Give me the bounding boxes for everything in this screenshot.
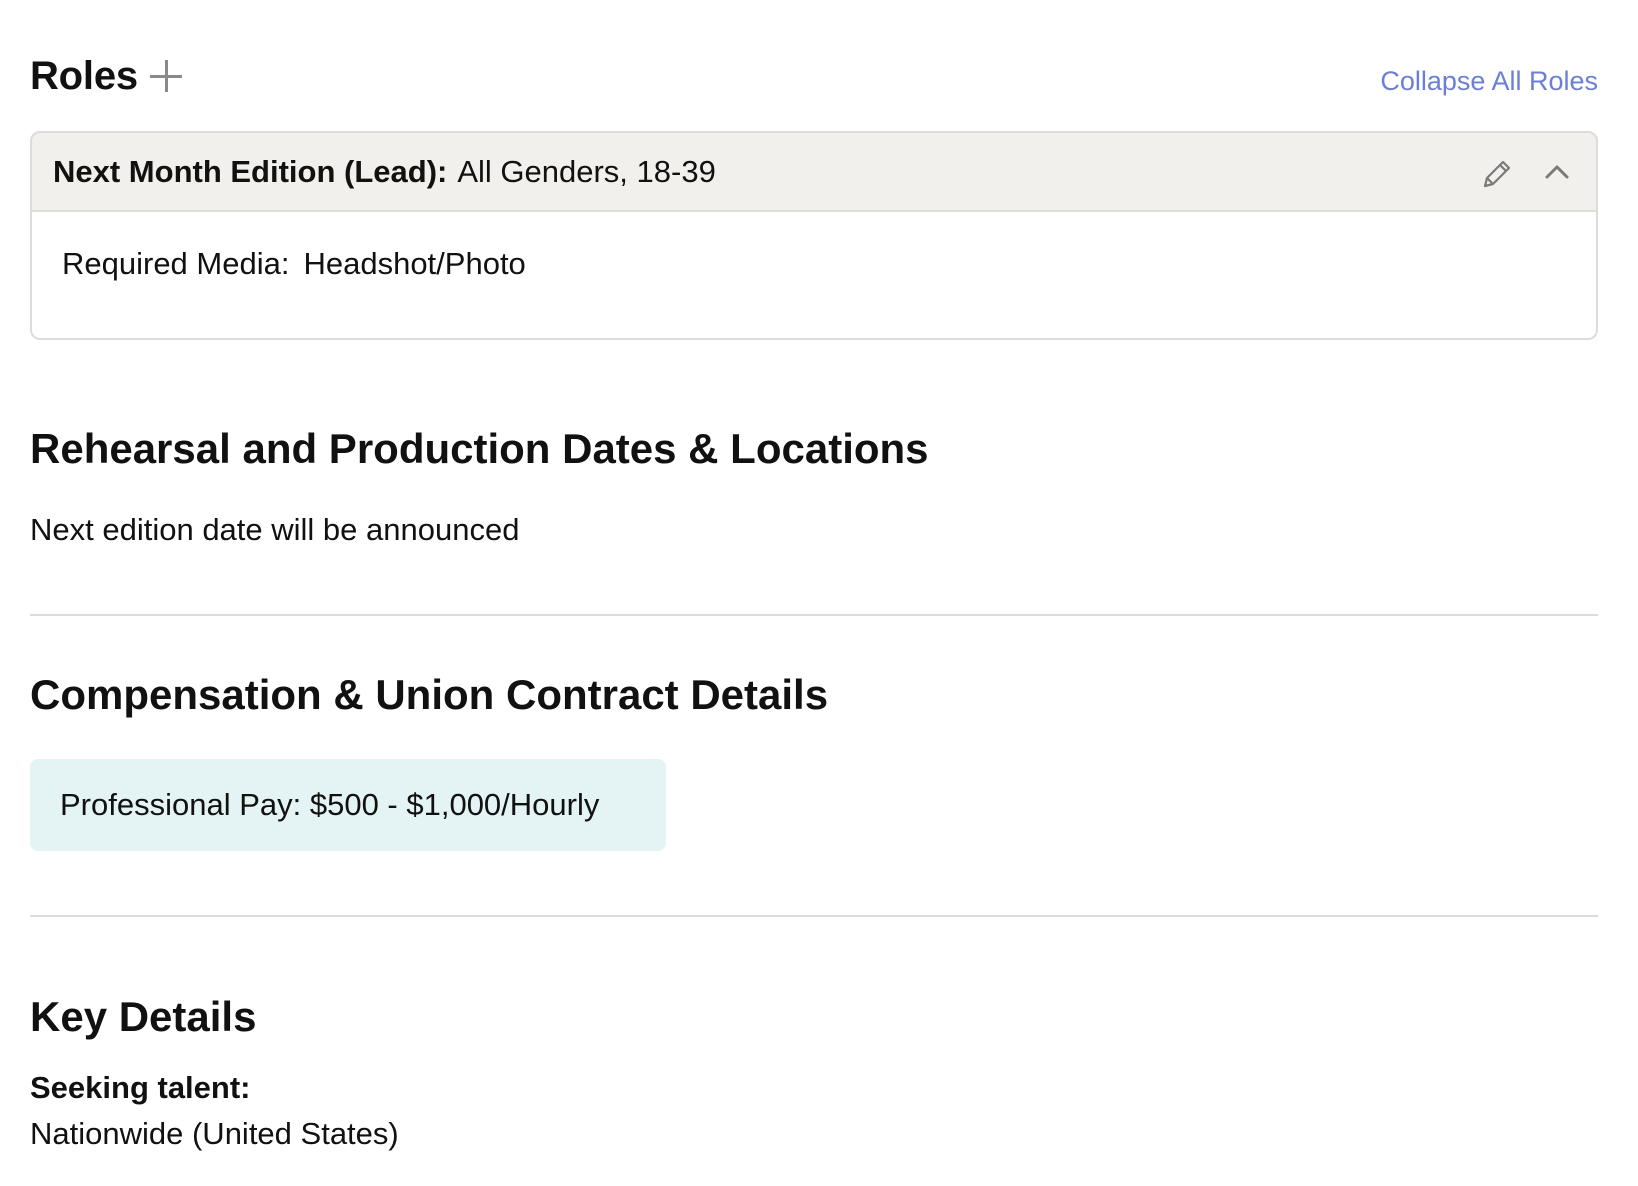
pay-chip: Professional Pay: $500 - $1,000/Hourly <box>30 759 666 851</box>
rehearsal-text: Next edition date will be announced <box>30 512 520 547</box>
compensation-section-title: Compensation & Union Contract Details <box>30 671 829 718</box>
divider <box>30 614 1598 616</box>
roles-header: Roles <box>30 48 184 104</box>
rehearsal-section-title: Rehearsal and Production Dates & Locatio… <box>30 425 929 472</box>
role-card: Next Month Edition (Lead): All Genders, … <box>30 131 1598 340</box>
required-media-label: Required Media: <box>62 246 290 281</box>
role-name: Next Month Edition (Lead): <box>53 153 448 189</box>
pencil-icon[interactable] <box>1480 157 1514 191</box>
seeking-talent-value: Nationwide (United States) <box>30 1116 399 1151</box>
key-details-section-title: Key Details <box>30 993 257 1040</box>
required-media-value: Headshot/Photo <box>303 246 526 281</box>
role-card-header[interactable]: Next Month Edition (Lead): All Genders, … <box>30 131 1598 212</box>
chevron-up-icon[interactable] <box>1542 157 1572 187</box>
divider <box>30 915 1598 917</box>
required-media-row: Required Media: Headshot/Photo <box>62 246 1596 282</box>
seeking-talent-label: Seeking talent: <box>30 1070 251 1105</box>
role-summary: All Genders, 18-39 <box>457 153 716 189</box>
role-card-body: Required Media: Headshot/Photo <box>30 212 1598 340</box>
roles-title: Roles <box>30 53 138 98</box>
plus-icon[interactable] <box>148 58 184 94</box>
collapse-all-roles-link[interactable]: Collapse All Roles <box>1380 66 1598 97</box>
